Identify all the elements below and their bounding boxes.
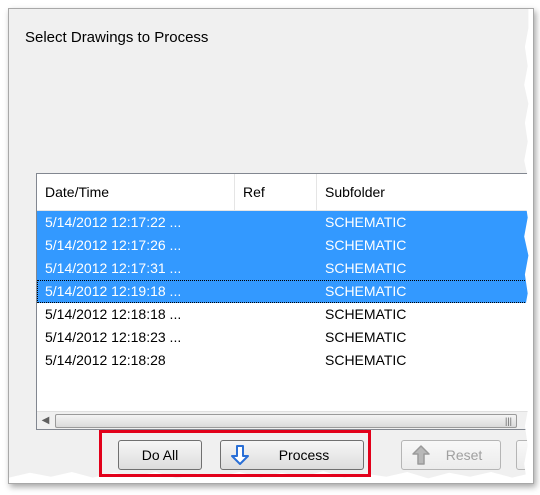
column-header-datetime[interactable]: Date/Time xyxy=(37,174,235,210)
select-drawings-dialog: Select Drawings to Process Date/Time Ref… xyxy=(8,8,534,484)
list-header: Date/Time Ref Subfolder xyxy=(37,174,533,211)
cell-datetime: 5/14/2012 12:18:23 ... xyxy=(45,329,182,345)
cell-datetime: 5/14/2012 12:18:28 xyxy=(45,352,166,368)
table-row[interactable]: 5/14/2012 12:18:28 SCHEMATIC xyxy=(37,349,533,372)
grip-icon: ||| xyxy=(504,416,512,426)
table-row[interactable]: 5/14/2012 12:18:23 ... SCHEMATIC xyxy=(37,326,533,349)
table-row[interactable]: 5/14/2012 12:17:26 ... SCHEMATIC xyxy=(37,234,533,257)
cell-subfolder: SCHEMATIC xyxy=(325,329,407,345)
scrollbar-thumb[interactable]: ||| xyxy=(55,414,517,428)
cell-subfolder: SCHEMATIC xyxy=(325,283,407,299)
table-row[interactable]: 5/14/2012 12:17:22 ... SCHEMATIC xyxy=(37,211,533,234)
table-row[interactable]: 5/14/2012 12:17:31 ... SCHEMATIC xyxy=(37,257,533,280)
cell-datetime: 5/14/2012 12:18:18 ... xyxy=(45,306,182,322)
reset-button[interactable]: Reset xyxy=(401,440,501,470)
drawings-list[interactable]: Date/Time Ref Subfolder 5/14/2012 12:17:… xyxy=(36,173,533,430)
table-row[interactable]: 5/14/2012 12:18:18 ... SCHEMATIC xyxy=(37,303,533,326)
cell-datetime: 5/14/2012 12:17:31 ... xyxy=(45,260,182,276)
cell-subfolder: SCHEMATIC xyxy=(325,214,407,230)
cell-datetime: 5/14/2012 12:17:22 ... xyxy=(45,214,182,230)
horizontal-scrollbar[interactable]: ◀ ||| xyxy=(37,411,533,429)
cell-subfolder: SCHEMATIC xyxy=(325,352,407,368)
column-header-ref[interactable]: Ref xyxy=(235,174,317,210)
table-row[interactable]: 5/14/2012 12:19:18 ... SCHEMATIC xyxy=(37,280,533,303)
cell-datetime: 5/14/2012 12:17:26 ... xyxy=(45,237,182,253)
cell-datetime: 5/14/2012 12:19:18 ... xyxy=(45,283,182,299)
cell-subfolder: SCHEMATIC xyxy=(325,306,407,322)
arrow-up-icon xyxy=(410,444,432,466)
dialog-title: Select Drawings to Process xyxy=(25,29,209,46)
column-header-subfolder[interactable]: Subfolder xyxy=(317,174,533,210)
cell-subfolder: SCHEMATIC xyxy=(325,237,407,253)
cell-subfolder: SCHEMATIC xyxy=(325,260,407,276)
scroll-left-icon[interactable]: ◀ xyxy=(37,412,54,429)
list-rows: 5/14/2012 12:17:22 ... SCHEMATIC 5/14/2012… xyxy=(37,211,533,372)
highlight-box xyxy=(99,430,371,477)
